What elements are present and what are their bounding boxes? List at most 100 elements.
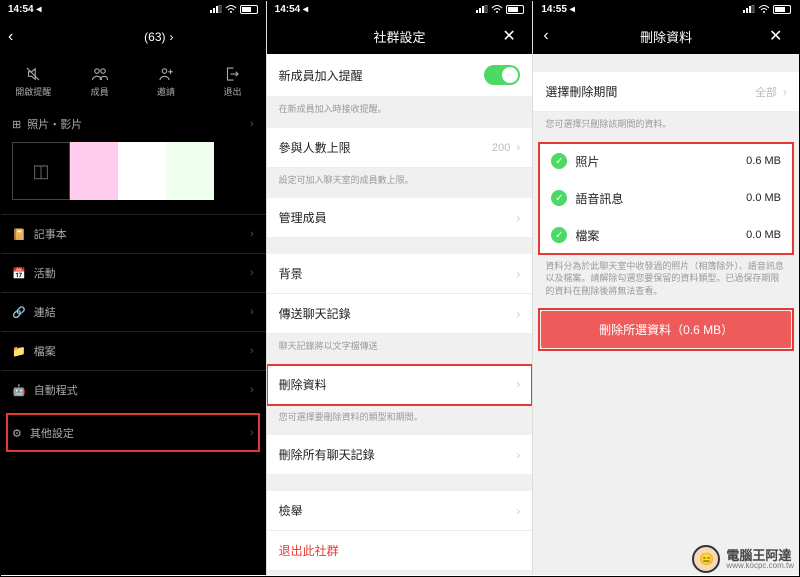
settings-row[interactable]: 背景 › <box>267 254 533 294</box>
menu-icon: ⚙ <box>12 427 22 440</box>
data-type-row[interactable]: ✓照片0.6 MB <box>539 143 793 180</box>
photo-thumbnails[interactable]: ◫ <box>0 142 266 200</box>
mute-icon <box>24 65 42 83</box>
chevron-right-icon: › <box>250 345 254 357</box>
menu-icon: 📔 <box>12 228 26 241</box>
row-label: 傳送聊天記錄 <box>279 305 351 322</box>
row-label: 檢舉 <box>279 502 303 519</box>
settings-row[interactable]: 刪除資料 › <box>267 365 533 405</box>
screen-delete-data: 14:55 ◂ ‹ 刪除資料 ✕ 選擇刪除期間 全部› 您可選擇只刪除該期間的資… <box>533 0 800 575</box>
settings-row[interactable]: 傳送聊天記錄 › <box>267 294 533 334</box>
thumbnail[interactable] <box>166 142 214 200</box>
menu-item[interactable]: 🤖自動程式› <box>0 370 266 409</box>
data-type-row[interactable]: ✓檔案0.0 MB <box>539 217 793 254</box>
leave-icon <box>223 65 241 83</box>
action-members[interactable]: 成員 <box>66 56 132 106</box>
period-desc: 您可選擇只刪除該期間的資料。 <box>533 112 799 143</box>
status-icons <box>210 5 258 14</box>
status-time: 14:54 ◂ <box>8 4 41 15</box>
settings-row[interactable]: 檢舉 › <box>267 491 533 531</box>
check-icon[interactable]: ✓ <box>551 190 567 206</box>
settings-row[interactable]: 管理成員 › <box>267 198 533 238</box>
row-label: 刪除所有聊天記錄 <box>279 446 375 463</box>
chevron-right-icon: › <box>170 30 174 44</box>
menu-item[interactable]: 🔗連結› <box>0 292 266 331</box>
menu-item[interactable]: ⚙其他設定› <box>6 413 260 452</box>
menu-label: 自動程式 <box>34 382 78 398</box>
chevron-right-icon: › <box>516 448 520 462</box>
data-size: 0.0 MB <box>746 229 781 241</box>
action-leave[interactable]: 退出 <box>199 56 265 106</box>
menu-icon: 📁 <box>12 345 26 358</box>
data-type-group: ✓照片0.6 MB✓語音訊息0.0 MB✓檔案0.0 MB <box>539 143 793 254</box>
row-label: 刪除資料 <box>279 376 327 393</box>
data-type-row[interactable]: ✓ 語音訊息 0.0 MB <box>539 180 793 217</box>
data-size: 0.0 MB <box>746 192 781 204</box>
status-time: 14:55 ◂ <box>541 4 574 15</box>
chevron-right-icon: › <box>516 211 520 225</box>
nav-title: 刪除資料 <box>563 27 769 46</box>
back-button[interactable]: ‹ <box>8 28 28 46</box>
toggle-switch[interactable] <box>484 65 520 85</box>
chevron-right-icon: › <box>250 267 254 279</box>
delete-button-highlight: 刪除所選資料（0.6 MB） <box>539 309 793 350</box>
menu-item[interactable]: 📁 檔案 › <box>0 331 266 370</box>
action-notify[interactable]: 開啟提醒 <box>0 56 66 106</box>
action-invite[interactable]: 邀請 <box>133 56 199 106</box>
menu-icon: 📅 <box>12 267 26 280</box>
delete-selected-button[interactable]: 刪除所選資料（0.6 MB） <box>541 311 791 348</box>
menu-icon: 🤖 <box>12 384 26 397</box>
menu-item[interactable]: 📔記事本› <box>0 214 266 253</box>
battery-icon <box>773 5 791 14</box>
row-label: 參與人數上限 <box>279 139 351 156</box>
chevron-right-icon: › <box>516 267 520 281</box>
invite-icon <box>157 65 175 83</box>
chevron-right-icon: › <box>516 504 520 518</box>
chevron-right-icon: › <box>250 427 254 439</box>
close-button[interactable]: ✕ <box>502 26 522 46</box>
settings-row[interactable]: 刪除所有聊天記錄 › <box>267 435 533 475</box>
photos-header[interactable]: ⊞ 照片・影片 › <box>0 106 266 142</box>
data-desc: 資料分為於此聊天室中收發過的照片（相簿除外）、語音訊息以及檔案。請解除勾選您要保… <box>533 254 799 310</box>
settings-row[interactable]: 退出此社群 <box>267 531 533 571</box>
row-description: 在新成員加入時接收提醒。 <box>267 97 533 128</box>
data-label: 語音訊息 <box>575 190 623 207</box>
nav-bar: ‹ (63) › <box>0 18 266 56</box>
row-label: 退出此社群 <box>279 542 339 559</box>
close-button[interactable]: ✕ <box>769 26 789 46</box>
watermark-logo: 😑 <box>692 545 720 573</box>
row-label: 背景 <box>279 265 303 282</box>
chevron-right-icon: › <box>516 307 520 321</box>
menu-label: 檔案 <box>34 343 56 359</box>
status-icons <box>743 5 791 14</box>
data-size: 0.6 MB <box>746 155 781 167</box>
chevron-right-icon: › <box>250 118 254 130</box>
chevron-right-icon: › <box>516 377 520 391</box>
nav-bar: ‹ 刪除資料 ✕ <box>533 18 799 54</box>
nav-bar: 社群設定 ✕ <box>267 18 533 54</box>
check-icon[interactable]: ✓ <box>551 153 567 169</box>
back-button[interactable]: ‹ <box>543 27 563 45</box>
row-description: 您可選擇要刪除資料的類型和期間。 <box>267 405 533 436</box>
row-label: 管理成員 <box>279 209 327 226</box>
action-row: 開啟提醒 成員 邀請 退出 <box>0 56 266 106</box>
chevron-right-icon: › <box>516 140 520 154</box>
menu-item[interactable]: 📅活動› <box>0 253 266 292</box>
thumbnail[interactable] <box>118 142 166 200</box>
watermark: 😑 電腦王阿達 www.kocpc.com.tw <box>692 545 794 573</box>
add-photo-button[interactable]: ◫ <box>12 142 70 200</box>
thumbnail[interactable] <box>70 142 118 200</box>
row-label: 新成員加入提醒 <box>279 67 363 84</box>
row-description: 聊天記錄將以文字檔傳送 <box>267 334 533 365</box>
redacted-name <box>92 32 140 42</box>
status-bar: 14:55 ◂ <box>533 0 799 18</box>
menu-label: 記事本 <box>34 226 67 242</box>
chevron-right-icon: › <box>250 306 254 318</box>
settings-row[interactable]: 參與人數上限200› <box>267 128 533 168</box>
period-row[interactable]: 選擇刪除期間 全部› <box>533 72 799 112</box>
chevron-right-icon: › <box>783 85 787 99</box>
check-icon[interactable]: ✓ <box>551 227 567 243</box>
nav-title: 社群設定 <box>297 27 503 46</box>
settings-list[interactable]: 新成員加入提醒在新成員加入時接收提醒。參與人數上限200›設定可加入聊天室的成員… <box>267 54 533 575</box>
settings-row[interactable]: 新成員加入提醒 <box>267 54 533 97</box>
